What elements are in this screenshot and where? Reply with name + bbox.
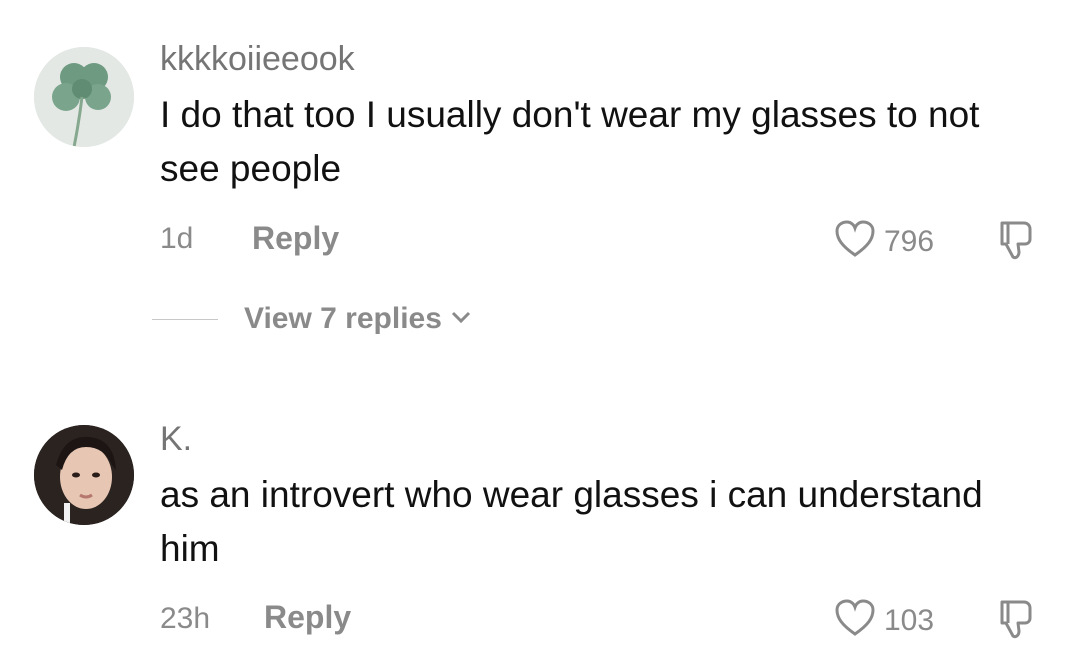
chevron-down-icon xyxy=(450,309,472,330)
comment-time: 23h xyxy=(160,602,211,635)
reply-button[interactable]: Reply xyxy=(264,599,351,636)
view-replies-label: View 7 replies xyxy=(244,302,442,335)
dislike-button[interactable] xyxy=(994,219,1038,268)
heart-icon xyxy=(834,598,876,643)
profile-photo xyxy=(34,425,134,525)
divider-line xyxy=(152,318,218,320)
comment-time: 1d xyxy=(160,222,194,255)
like-count: 796 xyxy=(884,224,935,258)
username[interactable]: K. xyxy=(160,420,192,459)
heart-icon xyxy=(834,219,876,264)
username[interactable]: kkkkoiieeook xyxy=(160,40,355,79)
avatar[interactable] xyxy=(34,47,134,147)
dislike-icon xyxy=(994,600,1038,646)
comment-text: I do that too I usually don't wear my gl… xyxy=(160,94,980,189)
avatar[interactable] xyxy=(34,425,134,525)
like-button[interactable]: 796 xyxy=(834,219,934,264)
comment-text: as an introvert who wear glasses i can u… xyxy=(160,474,983,569)
dislike-icon xyxy=(994,221,1038,267)
clover-avatar-image xyxy=(34,47,134,147)
dislike-button[interactable] xyxy=(994,598,1038,647)
view-replies-button[interactable]: View 7 replies xyxy=(152,302,472,336)
like-count: 103 xyxy=(884,603,935,637)
like-button[interactable]: 103 xyxy=(834,598,934,643)
reply-button[interactable]: Reply xyxy=(252,220,339,257)
